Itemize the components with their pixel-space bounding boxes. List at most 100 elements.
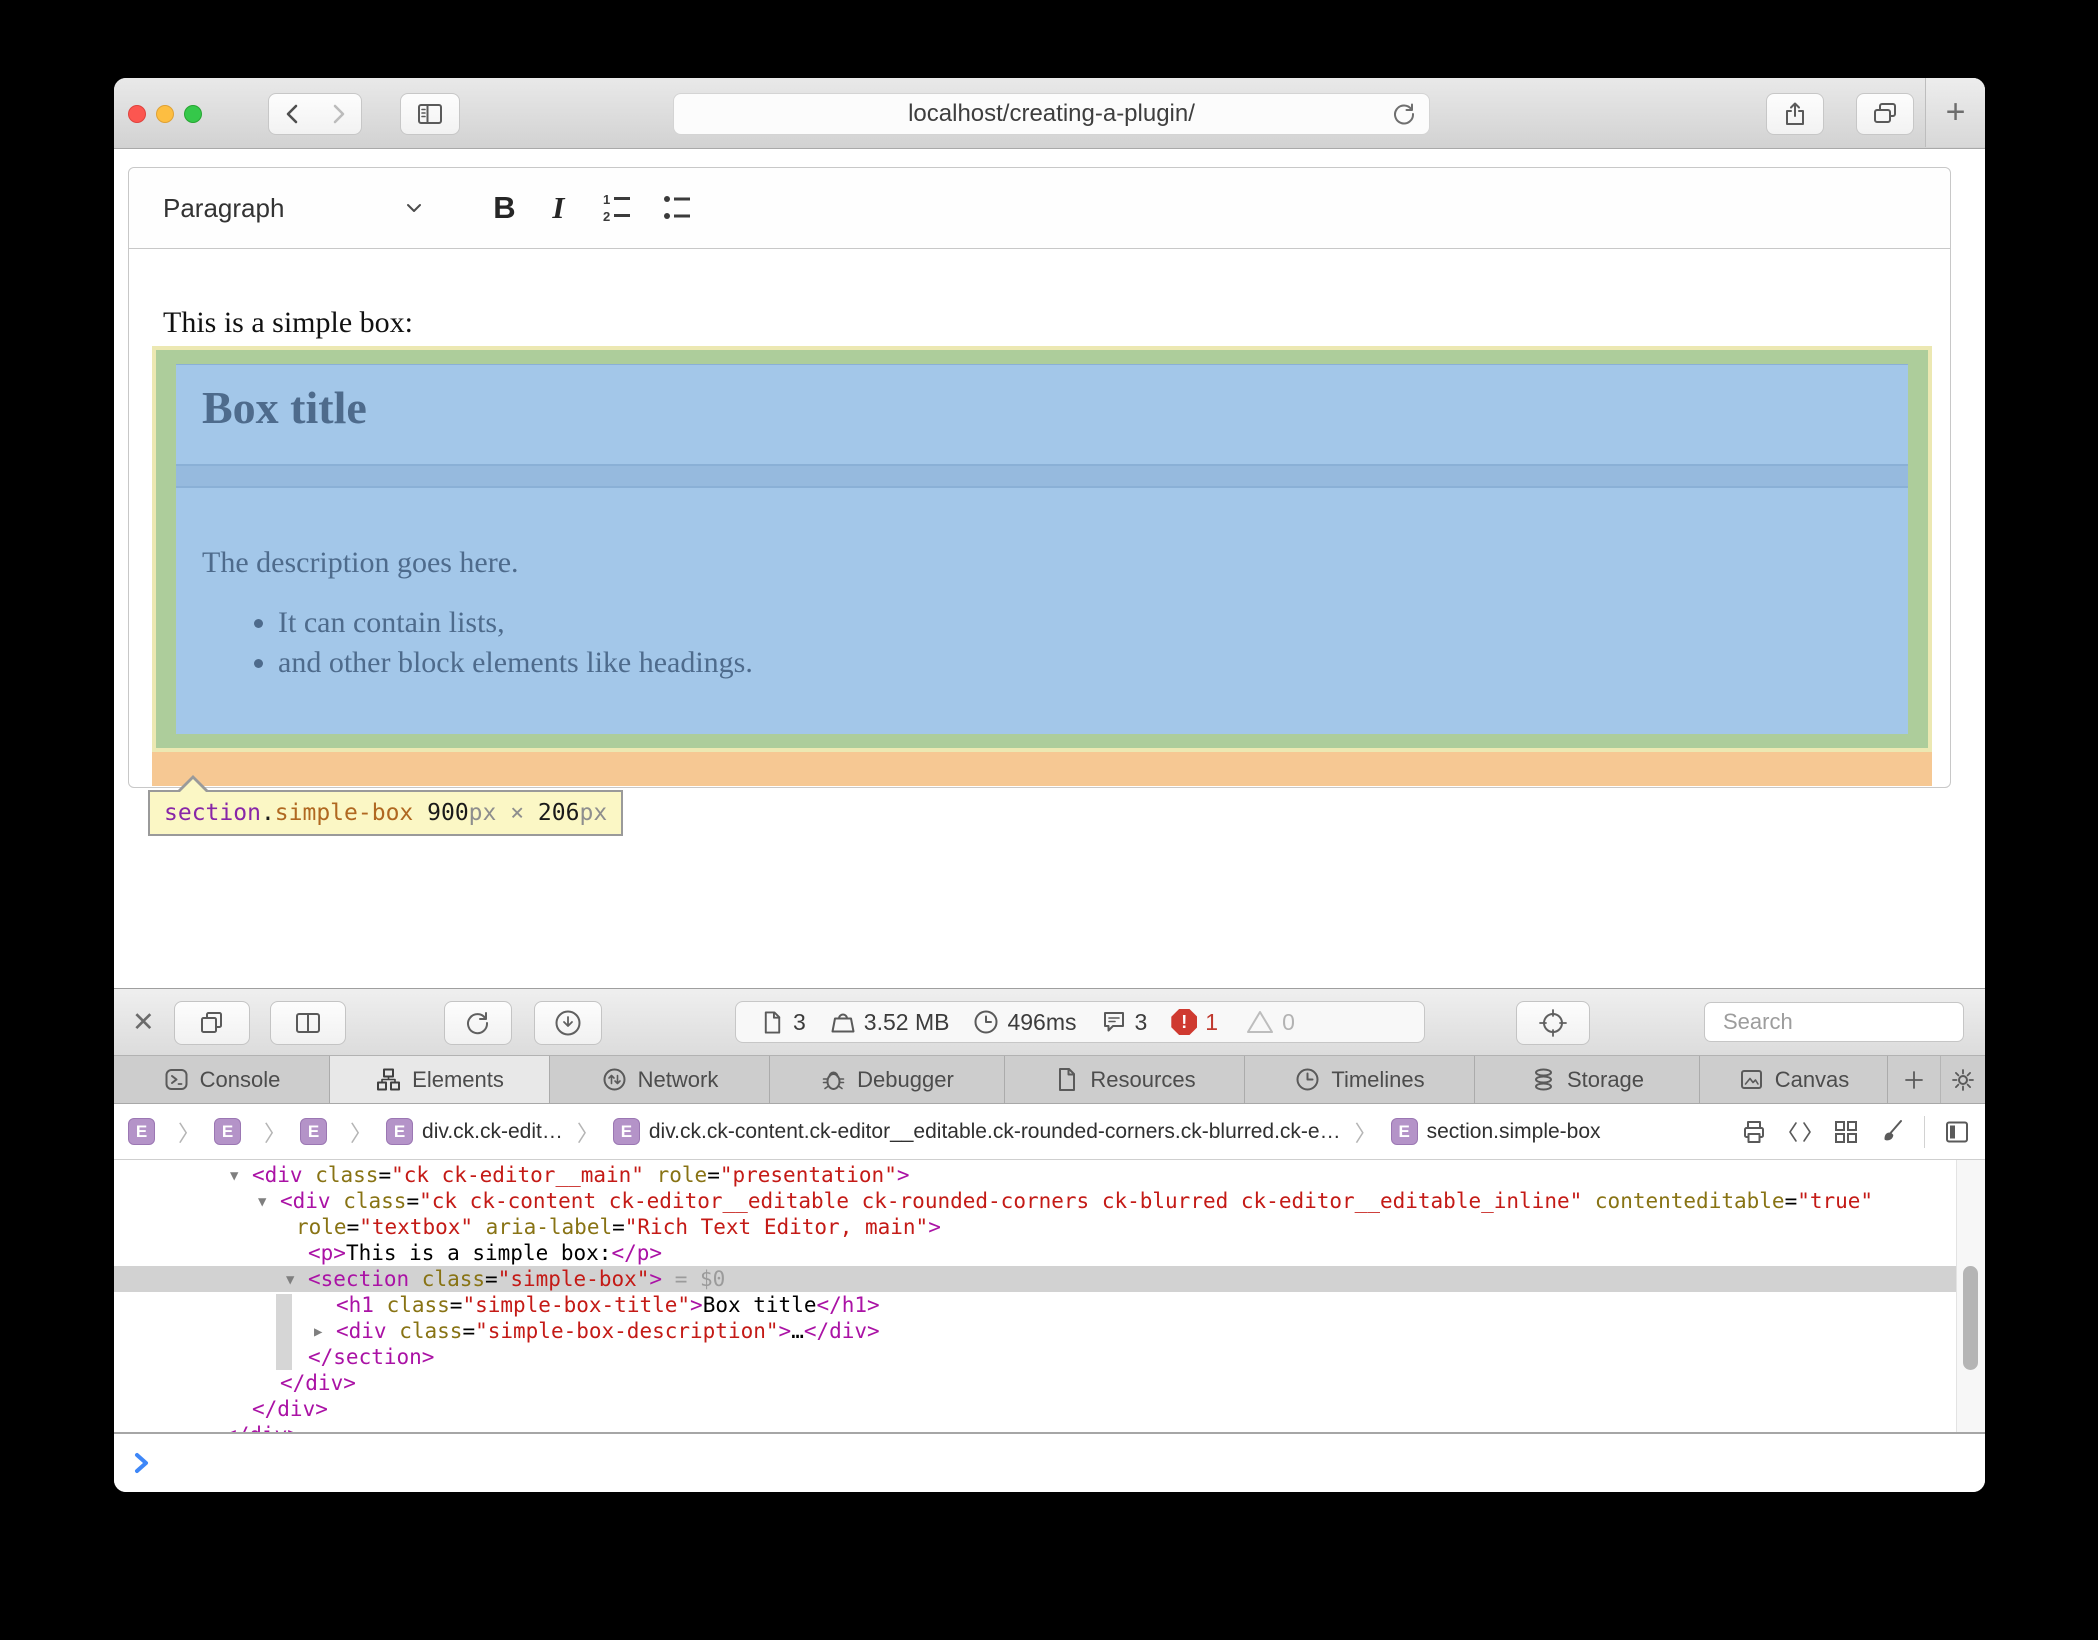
sidebar-toggle-button[interactable] (400, 93, 460, 135)
error-count-badge[interactable]: ! 1 (1171, 1009, 1218, 1036)
devtools-reload-button[interactable] (444, 1001, 512, 1045)
console-prompt[interactable] (114, 1434, 1985, 1492)
dom-row[interactable]: </section> (114, 1344, 1985, 1370)
url-text: localhost/creating-a-plugin/ (908, 100, 1195, 128)
weight-icon (830, 1009, 856, 1035)
network-icon (601, 1066, 628, 1093)
dom-row[interactable]: ▼<div class="ck ck-content ck-editor__ed… (114, 1188, 1985, 1214)
reload-button[interactable] (1391, 101, 1417, 127)
split-view-icon (293, 1008, 323, 1038)
dom-row[interactable]: </div> (114, 1396, 1985, 1422)
dom-tree: ▼<div class="ck ck-editor__main" role="p… (114, 1160, 1985, 1432)
close-devtools-button[interactable]: ✕ (132, 1007, 155, 1038)
margin-highlight (152, 752, 1932, 786)
dom-row[interactable]: </div> (114, 1370, 1985, 1396)
paintbrush-icon[interactable] (1878, 1118, 1906, 1146)
dom-row[interactable]: role="textbox" aria-label="Rich Text Edi… (114, 1214, 1985, 1240)
breadcrumb-item[interactable]: E (300, 1118, 336, 1145)
close-window-button[interactable] (128, 105, 146, 123)
download-web-archive-button[interactable] (534, 1001, 602, 1045)
console-icon (163, 1066, 190, 1093)
dom-row-selected[interactable]: ▼<section class="simple-box"> = $0 (114, 1266, 1985, 1292)
svg-text:1: 1 (603, 192, 610, 207)
inspected-section-highlight[interactable]: Box title The description goes here. It … (152, 346, 1932, 752)
detach-devtools-button[interactable] (174, 1001, 250, 1045)
breadcrumb-item-selected[interactable]: Esection.simple-box (1391, 1118, 1601, 1145)
load-time-badge[interactable]: 496ms (973, 1009, 1076, 1036)
forward-button[interactable] (314, 93, 362, 135)
debugger-icon (820, 1066, 847, 1093)
tab-timelines[interactable]: Timelines (1245, 1056, 1475, 1103)
tab-canvas[interactable]: Canvas (1700, 1056, 1888, 1103)
scrollbar-thumb[interactable] (1963, 1266, 1978, 1370)
back-button[interactable] (268, 93, 317, 135)
chevron-down-icon[interactable] (402, 196, 426, 220)
editor-paragraph[interactable]: This is a simple box: (163, 306, 413, 340)
sidebar-icon (415, 99, 445, 129)
tab-storage[interactable]: Storage (1475, 1056, 1700, 1103)
tab-overview-button[interactable] (1856, 93, 1914, 135)
box-description-block[interactable]: The description goes here. It can contai… (176, 488, 1908, 734)
element-badge: E (214, 1118, 241, 1145)
dom-row[interactable]: <p>This is a simple box:</p> (114, 1240, 1985, 1266)
add-tab-button[interactable] (1888, 1056, 1941, 1103)
devtools-status-badges: 3 3.52 MB 496ms 3 ! 1 0 (735, 1001, 1425, 1043)
plus-icon: + (1946, 93, 1966, 132)
breadcrumb-item[interactable]: Ediv.ck.ck-edit… (386, 1118, 563, 1145)
element-badge: E (128, 1118, 155, 1145)
grid-icon[interactable] (1832, 1118, 1860, 1146)
console-count-badge[interactable]: 3 (1101, 1009, 1148, 1036)
dom-row[interactable]: ▼<div class="ck ck-editor__main" role="p… (114, 1162, 1985, 1188)
share-button[interactable] (1766, 93, 1824, 135)
tooltip-width: 900 (413, 800, 468, 826)
bulleted-list-button[interactable] (654, 190, 698, 226)
tab-debugger[interactable]: Debugger (770, 1056, 1005, 1103)
paragraph-dropdown[interactable]: Paragraph (163, 193, 284, 224)
tab-console[interactable]: Console (114, 1056, 330, 1103)
devtools-search[interactable] (1704, 1002, 1964, 1042)
minimize-window-button[interactable] (156, 105, 174, 123)
disclosure-closed-icon[interactable]: ▶ (314, 1319, 336, 1345)
resource-count-badge[interactable]: 3 (760, 1009, 806, 1036)
plus-icon (1902, 1068, 1926, 1092)
warning-count-badge[interactable]: 0 (1246, 1009, 1295, 1036)
bold-button[interactable]: B (484, 190, 524, 226)
details-sidebar-icon[interactable] (1943, 1118, 1971, 1146)
element-picker-button[interactable] (1516, 1001, 1590, 1045)
dom-row[interactable]: <h1 class="simple-box-title">Box title</… (114, 1292, 1985, 1318)
disclosure-open-icon[interactable]: ▼ (286, 1267, 308, 1293)
disclosure-open-icon[interactable]: ▼ (258, 1189, 280, 1215)
dock-side-button[interactable] (270, 1001, 346, 1045)
box-title-block[interactable]: Box title (176, 364, 1908, 464)
breadcrumb-item[interactable]: Ediv.ck.ck-content.ck-editor__editable.c… (613, 1118, 1341, 1145)
reload-icon (464, 1009, 492, 1037)
breadcrumb-actions (1740, 1104, 1971, 1159)
box-title: Box title (202, 382, 367, 433)
disclosure-open-icon[interactable]: ▼ (230, 1163, 252, 1189)
devtools-breadcrumb: E 〉 E 〉 E 〉 Ediv.ck.ck-edit… 〉 Ediv.ck.c… (114, 1104, 1985, 1160)
dom-scrollbar[interactable] (1956, 1160, 1985, 1432)
dom-row[interactable]: ▶<div class="simple-box-description">…</… (114, 1318, 1985, 1344)
clock-icon (973, 1009, 999, 1035)
search-input[interactable] (1721, 1008, 1985, 1036)
reload-icon (1391, 101, 1417, 127)
zoom-window-button[interactable] (184, 105, 202, 123)
url-field[interactable]: localhost/creating-a-plugin/ (673, 93, 1430, 135)
chevron-separator-icon: 〉 (577, 1116, 599, 1148)
devtools-toolbar: ✕ 3 3.52 MB 496ms (114, 988, 1985, 1056)
dom-row[interactable]: </div> (114, 1422, 1985, 1432)
chevron-right-icon (324, 100, 352, 128)
transfer-size-badge[interactable]: 3.52 MB (830, 1009, 950, 1036)
tab-network[interactable]: Network (550, 1056, 770, 1103)
print-icon[interactable] (1740, 1118, 1768, 1146)
italic-button[interactable]: I (538, 190, 578, 226)
new-tab-button[interactable]: + (1925, 78, 1985, 147)
breadcrumb-item[interactable]: E (214, 1118, 250, 1145)
tab-resources[interactable]: Resources (1005, 1056, 1245, 1103)
code-brackets-icon[interactable] (1786, 1118, 1814, 1146)
devtools-settings-button[interactable] (1941, 1056, 1985, 1103)
numbered-list-button[interactable]: 12 (594, 190, 638, 226)
tab-elements[interactable]: Elements (330, 1056, 550, 1103)
speech-bubble-icon (1101, 1009, 1127, 1035)
breadcrumb-item[interactable]: E (128, 1118, 164, 1145)
